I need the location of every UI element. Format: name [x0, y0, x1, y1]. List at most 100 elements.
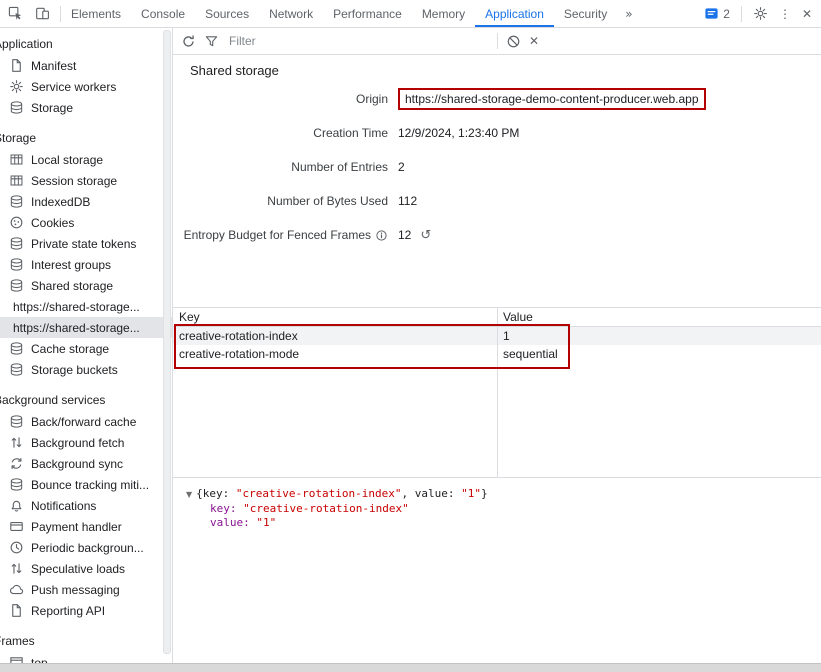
close-devtools-icon[interactable]: ✕: [802, 7, 812, 21]
column-header-key[interactable]: Key: [173, 310, 497, 324]
page-title: Shared storage: [190, 63, 821, 78]
tab-application[interactable]: Application: [475, 0, 554, 27]
sidebar-item-cookies[interactable]: Cookies: [0, 212, 172, 233]
entry-preview-pane: ▼{key: "creative-rotation-index", value:…: [173, 477, 821, 664]
cell-value: 1: [497, 329, 510, 343]
meta-row-number-of-bytes: Number of Bytes Used 112: [173, 184, 821, 218]
sidebar-item-cache-storage[interactable]: Cache storage: [0, 338, 172, 359]
cloud-icon: [9, 582, 24, 597]
sidebar-item-background-sync[interactable]: Background sync: [0, 453, 172, 474]
sidebar-item-storage-buckets[interactable]: Storage buckets: [0, 359, 172, 380]
tab-network[interactable]: Network: [259, 0, 323, 27]
meta-value: 12 ↺: [398, 228, 431, 243]
issues-badge[interactable]: 2: [704, 6, 730, 21]
close-icon[interactable]: ✕: [529, 34, 539, 48]
sidebar-item-storage[interactable]: Storage: [0, 97, 172, 118]
expand-triangle-icon[interactable]: ▼: [186, 490, 192, 499]
inspect-icon[interactable]: [8, 6, 23, 21]
overflow-menu-icon[interactable]: ⋮: [779, 7, 791, 21]
filter-icon: [204, 34, 219, 49]
sidebar-item-label: Background fetch: [31, 436, 124, 450]
sidebar-item-manifest[interactable]: Manifest: [0, 55, 172, 76]
sidebar-item-label: Notifications: [31, 499, 96, 513]
tab-security[interactable]: Security: [554, 0, 617, 27]
sidebar-item-session-storage[interactable]: Session storage: [0, 170, 172, 191]
info-icon[interactable]: [375, 229, 388, 242]
payment-card-icon: [9, 519, 24, 534]
meta-value: 112: [398, 194, 417, 208]
filter-input[interactable]: [227, 33, 489, 49]
tab-elements[interactable]: Elements: [61, 0, 131, 27]
section-title-storage[interactable]: Storage: [0, 128, 172, 149]
preview-summary[interactable]: ▼{key: "creative-rotation-index", value:…: [186, 487, 821, 502]
section-title-frames[interactable]: Frames: [0, 631, 172, 652]
section-storage: Storage Local storage Session storage In…: [0, 128, 172, 380]
sidebar-item-back-forward-cache[interactable]: Back/forward cache: [0, 411, 172, 432]
sidebar-item-label: https://shared-storage...: [13, 321, 140, 335]
meta-value: https://shared-storage-demo-content-prod…: [398, 88, 706, 110]
application-sidebar: Application Manifest Service workers Sto…: [0, 28, 173, 664]
section-title-application[interactable]: Application: [0, 34, 172, 55]
sidebar-item-private-state-tokens[interactable]: Private state tokens: [0, 233, 172, 254]
sidebar-item-label: Speculative loads: [31, 562, 125, 576]
tab-sources[interactable]: Sources: [195, 0, 259, 27]
sidebar-item-push-messaging[interactable]: Push messaging: [0, 579, 172, 600]
meta-label: Number of Entries: [173, 160, 388, 174]
sidebar-item-background-fetch[interactable]: Background fetch: [0, 432, 172, 453]
cell-key: creative-rotation-index: [173, 329, 497, 343]
sidebar-item-notifications[interactable]: Notifications: [0, 495, 172, 516]
sidebar-item-label: https://shared-storage...: [13, 300, 140, 314]
sidebar-item-payment-handler[interactable]: Payment handler: [0, 516, 172, 537]
database-icon: [9, 362, 24, 377]
database-icon: [9, 236, 24, 251]
reset-budget-icon[interactable]: ↺: [420, 228, 431, 243]
meta-value: 2: [398, 160, 405, 174]
sidebar-item-label: Reporting API: [31, 604, 105, 618]
clear-all-icon[interactable]: [506, 34, 521, 49]
database-icon: [9, 257, 24, 272]
tab-performance[interactable]: Performance: [323, 0, 412, 27]
clock-icon: [9, 540, 24, 555]
tab-memory[interactable]: Memory: [412, 0, 475, 27]
settings-gear-icon[interactable]: [753, 6, 768, 21]
device-toolbar-icon[interactable]: [35, 6, 50, 21]
meta-label: Number of Bytes Used: [173, 194, 388, 208]
sidebar-item-interest-groups[interactable]: Interest groups: [0, 254, 172, 275]
preview-entry-key: key: "creative-rotation-index": [210, 502, 821, 516]
column-header-value[interactable]: Value: [497, 310, 533, 324]
sidebar-item-service-workers[interactable]: Service workers: [0, 76, 172, 97]
sidebar-item-shared-storage-origin-1[interactable]: https://shared-storage...: [0, 296, 172, 317]
sidebar-item-label: Session storage: [31, 174, 117, 188]
sidebar-item-label: Manifest: [31, 59, 76, 73]
sidebar-item-label: Shared storage: [31, 279, 113, 293]
section-title-background-services[interactable]: Background services: [0, 390, 172, 411]
column-divider[interactable]: [497, 308, 498, 477]
sidebar-item-shared-storage-origin-2[interactable]: https://shared-storage...: [0, 317, 172, 338]
sidebar-scrollbar[interactable]: [163, 30, 171, 654]
sidebar-item-shared-storage[interactable]: Shared storage: [0, 275, 172, 296]
sidebar-item-label: Payment handler: [31, 520, 122, 534]
refresh-icon[interactable]: [181, 34, 196, 49]
sidebar-item-speculative-loads[interactable]: Speculative loads: [0, 558, 172, 579]
table-icon: [9, 152, 24, 167]
sidebar-item-reporting-api[interactable]: Reporting API: [0, 600, 172, 621]
meta-value: 12/9/2024, 1:23:40 PM: [398, 126, 519, 140]
tab-console[interactable]: Console: [131, 0, 195, 27]
tabbar-right-icons: 2 ⋮ ✕: [704, 0, 821, 27]
issues-icon: [704, 6, 719, 21]
cell-value: sequential: [497, 347, 558, 361]
sidebar-item-bounce-tracking[interactable]: Bounce tracking miti...: [0, 474, 172, 495]
sidebar-item-indexeddb[interactable]: IndexedDB: [0, 191, 172, 212]
section-frames: Frames top: [0, 631, 172, 664]
sidebar-item-periodic-background-sync[interactable]: Periodic backgroun...: [0, 537, 172, 558]
toolbar-separator: [497, 33, 498, 49]
preview-entry-value: value: "1": [210, 516, 821, 530]
meta-label: Origin: [173, 92, 388, 106]
sidebar-item-local-storage[interactable]: Local storage: [0, 149, 172, 170]
sidebar-item-label: Push messaging: [31, 583, 120, 597]
storage-items-table: Key Value creative-rotation-index 1 crea…: [173, 307, 821, 478]
section-background-services: Background services Back/forward cache B…: [0, 390, 172, 621]
more-tabs-icon[interactable]: »: [617, 0, 640, 27]
sidebar-item-label: Bounce tracking miti...: [31, 478, 149, 492]
table-icon: [9, 173, 24, 188]
